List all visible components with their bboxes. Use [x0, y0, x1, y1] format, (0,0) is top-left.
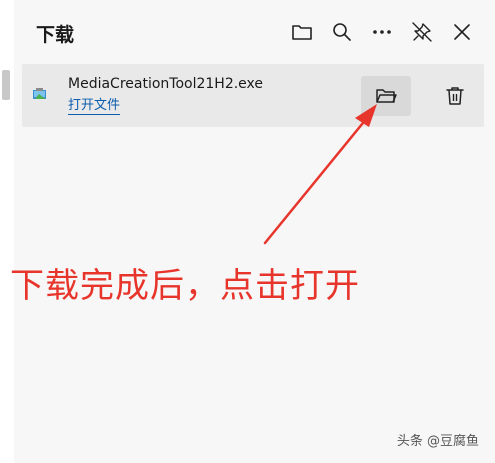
open-downloads-folder-button[interactable]: [290, 20, 314, 44]
watermark: 头条 @豆腐鱼: [396, 434, 479, 449]
panel-title: 下载: [36, 24, 75, 46]
close-panel-button[interactable]: [450, 20, 474, 44]
more-icon: [373, 30, 391, 34]
delete-download-button[interactable]: [430, 76, 480, 116]
downloads-header: 下载: [14, 0, 495, 64]
search-icon: [333, 23, 351, 41]
close-icon: [454, 24, 470, 40]
left-scroll-strip: [0, 0, 15, 463]
downloads-panel: 下载 MediaCreationTool21H2.exe 打开文件: [14, 0, 495, 463]
unpin-panel-button[interactable]: [410, 20, 434, 44]
trash-icon: [446, 87, 464, 105]
left-scrollbar-thumb[interactable]: [2, 70, 10, 100]
annotation-text: 下载完成后，点击打开: [10, 266, 360, 306]
folder-icon: [292, 25, 312, 40]
open-file-link[interactable]: 打开文件: [68, 97, 121, 115]
show-in-folder-button[interactable]: [361, 76, 411, 116]
pin-off-icon: [412, 22, 432, 42]
folder-icon: [376, 89, 397, 103]
more-options-button[interactable]: [370, 20, 394, 44]
search-downloads-button[interactable]: [330, 20, 354, 44]
download-item[interactable]: MediaCreationTool21H2.exe 打开文件: [22, 64, 484, 127]
download-file-name: MediaCreationTool21H2.exe: [68, 76, 264, 92]
installer-icon: [32, 86, 48, 102]
